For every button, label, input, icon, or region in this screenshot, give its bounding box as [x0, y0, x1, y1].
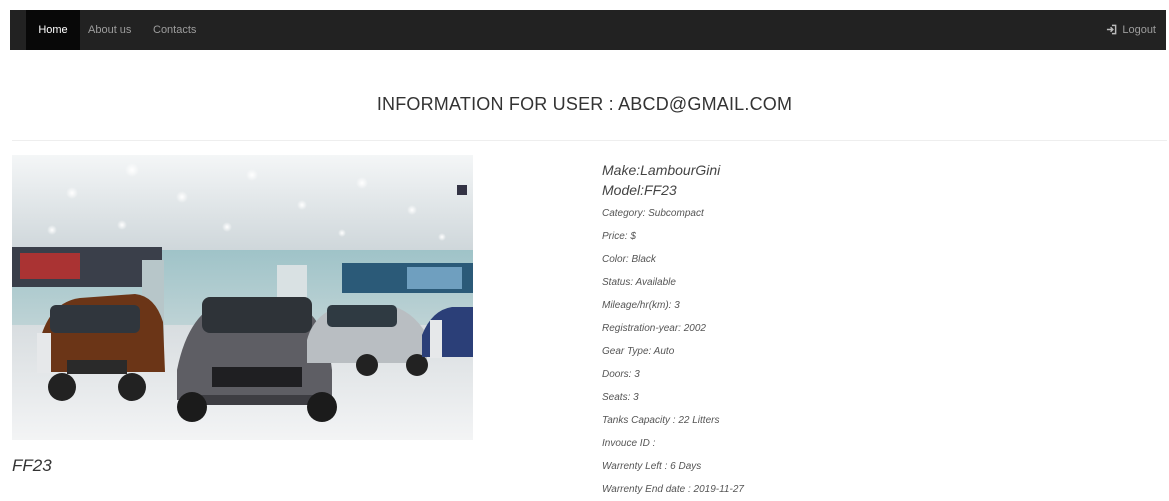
car-invoice-id: Invouce ID :	[602, 438, 656, 449]
nav-contacts-link[interactable]: Contacts	[153, 10, 196, 50]
page-title: INFORMATION FOR USER : ABCD@GMAIL.COM	[376, 94, 793, 114]
logout-label: Logout	[1122, 24, 1156, 36]
car-registration-year: Registration-year: 2002	[602, 323, 706, 334]
car-warranty-left: Warrenty Left : 6 Days	[602, 461, 702, 472]
logout-link[interactable]: Logout	[1106, 10, 1156, 50]
nav-home-link[interactable]: Home	[26, 10, 80, 50]
car-category: Category: Subcompact	[602, 208, 704, 219]
car-model: Model:FF23	[602, 182, 677, 198]
car-tank-capacity: Tanks Capacity : 22 Litters	[602, 415, 720, 426]
divider	[12, 140, 1167, 141]
car-price: Price: $	[602, 231, 636, 242]
car-make: Make:LambourGini	[602, 162, 721, 178]
car-doors: Doors: 3	[602, 369, 640, 380]
car-gear-type: Gear Type: Auto	[602, 346, 675, 357]
car-details: Make:LambourGini Model:FF23 Category: Su…	[602, 160, 1142, 501]
top-navbar: Home About us Contacts Logout	[10, 10, 1166, 50]
car-warranty-end-date: Warrenty End date : 2019-11-27	[602, 484, 744, 495]
car-color: Color: Black	[602, 254, 656, 265]
sign-out-icon	[1106, 24, 1122, 36]
nav-about-link[interactable]: About us	[88, 10, 131, 50]
car-name-caption: FF23	[12, 456, 52, 475]
car-mileage: Mileage/hr(km): 3	[602, 300, 680, 311]
car-status: Status: Available	[602, 277, 676, 288]
car-seats: Seats: 3	[602, 392, 639, 403]
car-showroom-image	[12, 155, 473, 440]
